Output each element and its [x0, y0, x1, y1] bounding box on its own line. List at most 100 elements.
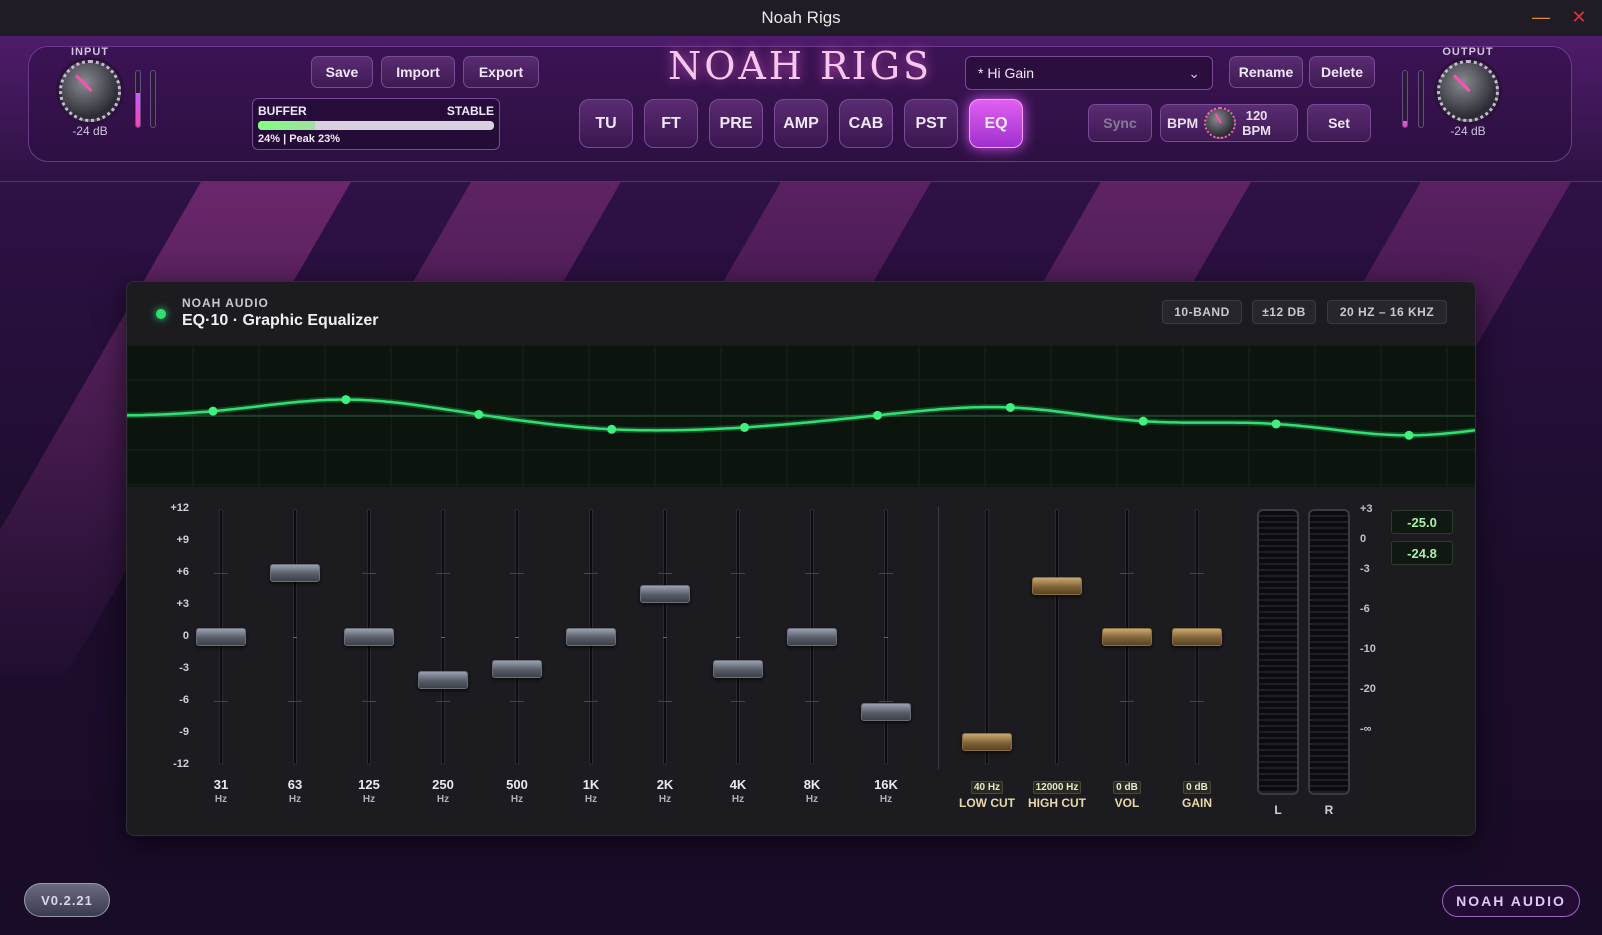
vu-scale-label: +3: [1360, 503, 1373, 515]
tab-tu[interactable]: TU: [579, 99, 633, 148]
eq-node-63[interactable]: [341, 395, 351, 405]
tab-ft[interactable]: FT: [644, 99, 698, 148]
band-fader-125[interactable]: [344, 628, 394, 646]
band-tick: [805, 573, 819, 574]
fader-high-cut[interactable]: [1032, 576, 1082, 595]
band-unit: Hz: [658, 794, 672, 805]
output-meter-fill: [1403, 121, 1407, 127]
title-bar: Noah Rigs — ✕: [0, 0, 1602, 36]
band-tick: [658, 701, 672, 702]
band-tick: [510, 701, 524, 702]
input-label: INPUT: [71, 46, 109, 58]
chevron-down-icon: ⌄: [1188, 64, 1200, 81]
band-label: 1K Hz: [561, 777, 621, 805]
band-tick: [362, 573, 376, 574]
tab-pre[interactable]: PRE: [709, 99, 763, 148]
band-fader-250[interactable]: [418, 670, 468, 689]
aux-label: 40 Hz LOW CUT: [951, 777, 1023, 810]
band-tick: [663, 637, 667, 638]
input-block: INPUT -24 dB: [50, 46, 130, 138]
band-fader-2k[interactable]: [640, 585, 690, 604]
eq-node-125[interactable]: [474, 409, 484, 419]
bpm-knob[interactable]: [1204, 107, 1237, 139]
band-fader-16k[interactable]: [861, 702, 911, 721]
knob-pointer: [74, 74, 93, 93]
delete-button[interactable]: Delete: [1309, 56, 1375, 88]
sync-button[interactable]: Sync: [1088, 104, 1152, 142]
aux-value: 0 dB: [1183, 781, 1211, 794]
band-tick: [736, 637, 740, 638]
db-scale-label: +6: [176, 566, 189, 578]
bpm-unit: BPM: [1242, 123, 1272, 138]
eq-node-500[interactable]: [740, 422, 750, 432]
band-label: 16K Hz: [856, 777, 916, 805]
output-knob[interactable]: [1437, 60, 1499, 122]
fader-gain[interactable]: [1172, 628, 1222, 646]
export-button[interactable]: Export: [463, 56, 539, 88]
fader-low-cut[interactable]: [962, 732, 1012, 751]
tab-cab[interactable]: CAB: [839, 99, 893, 148]
band-tick: [436, 701, 450, 702]
band-label: 8K Hz: [782, 777, 842, 805]
band-fader-31[interactable]: [196, 628, 246, 646]
eq-node-1k[interactable]: [872, 410, 882, 420]
window-title: Noah Rigs: [761, 8, 841, 27]
band-fader-4k[interactable]: [713, 660, 763, 678]
tab-amp[interactable]: AMP: [774, 99, 828, 148]
vu-label: R: [1324, 803, 1334, 817]
band-fader-1k[interactable]: [566, 628, 616, 646]
input-knob[interactable]: [59, 60, 121, 122]
eq-panel: NOAH AUDIO EQ·10 · Graphic Equalizer 10-…: [126, 281, 1476, 836]
eq-node-8k[interactable]: [1271, 419, 1281, 429]
eq-node-16k[interactable]: [1404, 430, 1414, 440]
eq-curve-glow: [127, 396, 1475, 439]
band-unit: Hz: [584, 794, 598, 805]
band-unit: Hz: [362, 794, 376, 805]
version-badge: V0.2.21: [24, 883, 110, 917]
band-frequency: 2K: [656, 777, 674, 792]
tab-pst[interactable]: PST: [904, 99, 958, 148]
output-meter-left: [1402, 70, 1408, 128]
level-readout: -25.0: [1391, 510, 1453, 534]
band-fader-500[interactable]: [492, 660, 542, 678]
band-frequency: 63: [287, 777, 303, 792]
eq-node-2k[interactable]: [1005, 402, 1015, 412]
eq-node-4k[interactable]: [1138, 416, 1148, 426]
band-tick: [288, 701, 302, 702]
knob-pointer: [1214, 112, 1222, 124]
bpm-value: 120 BPM: [1242, 108, 1271, 138]
power-led[interactable]: [156, 309, 166, 319]
aux-track[interactable]: [1055, 509, 1059, 765]
aux-name: GAIN: [1182, 796, 1212, 810]
band-fader-63[interactable]: [270, 564, 320, 582]
eq-node-31[interactable]: [208, 406, 218, 416]
output-meter-right: [1418, 70, 1424, 128]
band-fader-8k[interactable]: [787, 628, 837, 646]
fader-vol[interactable]: [1102, 628, 1152, 646]
vu-scale-label: -3: [1360, 563, 1370, 575]
set-button[interactable]: Set: [1307, 104, 1371, 142]
minimize-icon[interactable]: —: [1530, 6, 1552, 28]
save-button[interactable]: Save: [311, 56, 373, 88]
aux-name: LOW CUT: [959, 796, 1015, 810]
import-button[interactable]: Import: [381, 56, 455, 88]
aux-track[interactable]: [985, 509, 989, 765]
band-tick: [731, 573, 745, 574]
eq-node-250[interactable]: [607, 424, 617, 434]
eq-response-graph[interactable]: [127, 345, 1475, 487]
band-unit: Hz: [805, 794, 819, 805]
db-scale-label: +9: [176, 534, 189, 546]
vu-label: L: [1274, 803, 1282, 817]
band-tick: [584, 573, 598, 574]
aux-label: 0 dB VOL: [1091, 777, 1163, 810]
tab-eq[interactable]: EQ: [969, 99, 1023, 148]
band-tick: [441, 637, 445, 638]
close-icon[interactable]: ✕: [1568, 6, 1590, 28]
preset-select[interactable]: * Hi Gain ⌄: [965, 56, 1213, 90]
band-frequency: 500: [506, 777, 528, 792]
rename-button[interactable]: Rename: [1229, 56, 1303, 88]
band-tick: [436, 573, 450, 574]
band-frequency: 4K: [729, 777, 747, 792]
brand-logo: NOAH RIGS: [667, 44, 933, 88]
band-frequency: 1K: [582, 777, 600, 792]
